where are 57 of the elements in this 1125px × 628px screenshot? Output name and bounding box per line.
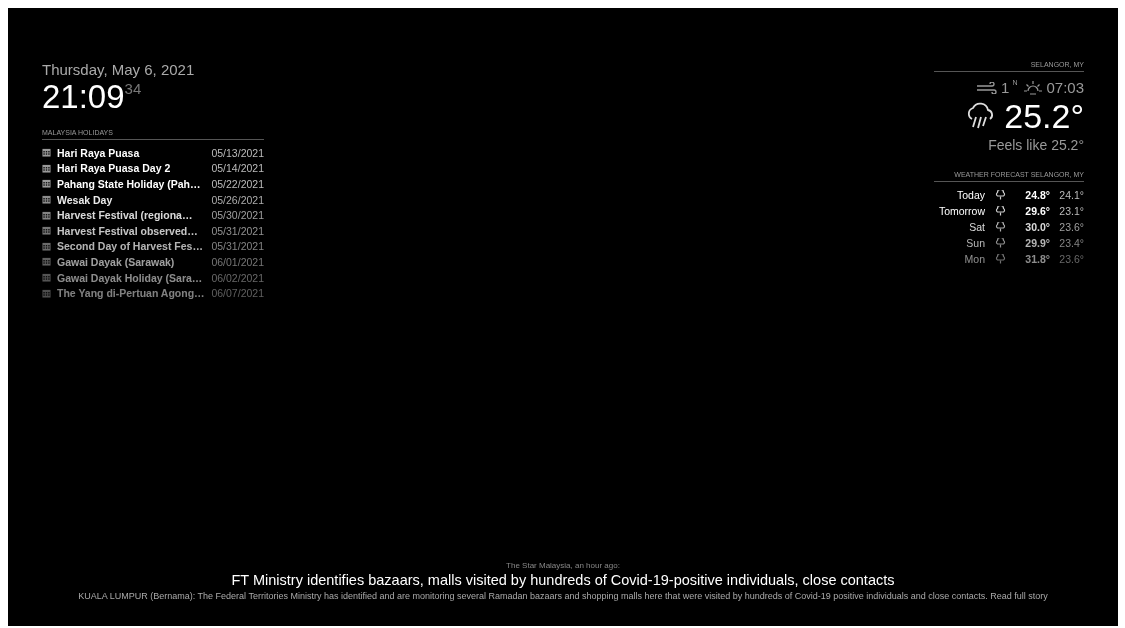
clock-date: Thursday, May 6, 2021 [42, 61, 196, 79]
sunrise-icon [1023, 80, 1044, 96]
holiday-title: Harvest Festival (regiona… [57, 209, 194, 222]
holiday-title: Second Day of Harvest Fes… [57, 240, 204, 253]
calendar-icon [42, 148, 51, 158]
calendar-icon [42, 163, 51, 173]
forecast-low: 24.1° [1058, 189, 1084, 201]
holiday-title: Gawai Dayak Holiday (Sara… [57, 271, 204, 284]
calendar-icon [42, 226, 51, 236]
forecast-high: 31.8° [1024, 253, 1050, 265]
holiday-date: 06/07/2021 [211, 287, 264, 300]
holiday-date: 05/31/2021 [211, 240, 264, 253]
feels-like: Feels like 25.2° [988, 137, 1084, 153]
forecast-high: 29.9° [1024, 237, 1050, 249]
holiday-title: Hari Raya Puasa [57, 146, 141, 159]
wind-icon [976, 82, 999, 94]
holiday-title: Pahang State Holiday (Pah… [57, 178, 202, 190]
calendar-icon [42, 273, 51, 283]
news-description: KUALA LUMPUR (Bernama): The Federal Territories Ministry has identified and are monitoring several Ramadan bazaars and shopping malls here that were visited by hundreds of Covid-19 positive individuals and close contacts. Read full story [77, 590, 1049, 602]
holiday-date: 05/31/2021 [211, 224, 264, 237]
holiday-title: Wesak Day [57, 193, 114, 206]
holiday-title: Harvest Festival observed… [57, 224, 199, 237]
news-source: The Star Malaysia, an hour ago: [505, 561, 621, 570]
holiday-date: 05/14/2021 [211, 162, 264, 175]
forecast-low: 23.6° [1058, 221, 1084, 233]
holiday-date: 05/22/2021 [211, 178, 264, 190]
forecast-day: Today [933, 189, 985, 201]
wind-speed: 1 [1001, 79, 1010, 97]
forecast-day: Tomorrow [933, 205, 985, 217]
forecast-high: 24.8° [1024, 189, 1050, 201]
temperature: 25.2° [1004, 97, 1084, 135]
forecast-high: 30.0° [1024, 221, 1050, 233]
forecast-day: Mon [933, 253, 985, 265]
calendar-icon [42, 257, 51, 267]
holiday-date: 06/01/2021 [211, 255, 264, 268]
forecast-high: 29.6° [1024, 205, 1050, 217]
calendar-icon [42, 179, 51, 189]
forecast-day: Sat [933, 221, 985, 233]
holiday-date: 06/02/2021 [211, 271, 264, 284]
holiday-title: Gawai Dayak (Sarawak) [57, 255, 176, 268]
calendar-icon [42, 241, 51, 251]
clock-seconds: 34 [124, 80, 142, 97]
sunrise-time: 07:03 [1046, 79, 1084, 97]
calendar-icon [42, 195, 51, 205]
calendar-icon [42, 210, 51, 220]
forecast-low: 23.1° [1058, 205, 1084, 217]
holiday-date: 05/13/2021 [211, 146, 264, 159]
news-headline: FT Ministry identifies bazaars, malls visited by hundreds of Covid-19-positive individuals, close contacts [230, 572, 896, 588]
holiday-title: Hari Raya Puasa Day 2 [57, 162, 172, 175]
holiday-date: 05/30/2021 [211, 209, 264, 222]
holiday-title: The Yang di-Pertuan Agong… [57, 287, 206, 300]
forecast-low: 23.4° [1058, 237, 1084, 249]
calendar-icon [42, 288, 51, 298]
clock-time: 21:09 [42, 79, 125, 115]
forecast-low: 23.6° [1058, 253, 1084, 265]
holiday-date: 05/26/2021 [211, 193, 264, 206]
forecast-day: Sun [933, 237, 985, 249]
